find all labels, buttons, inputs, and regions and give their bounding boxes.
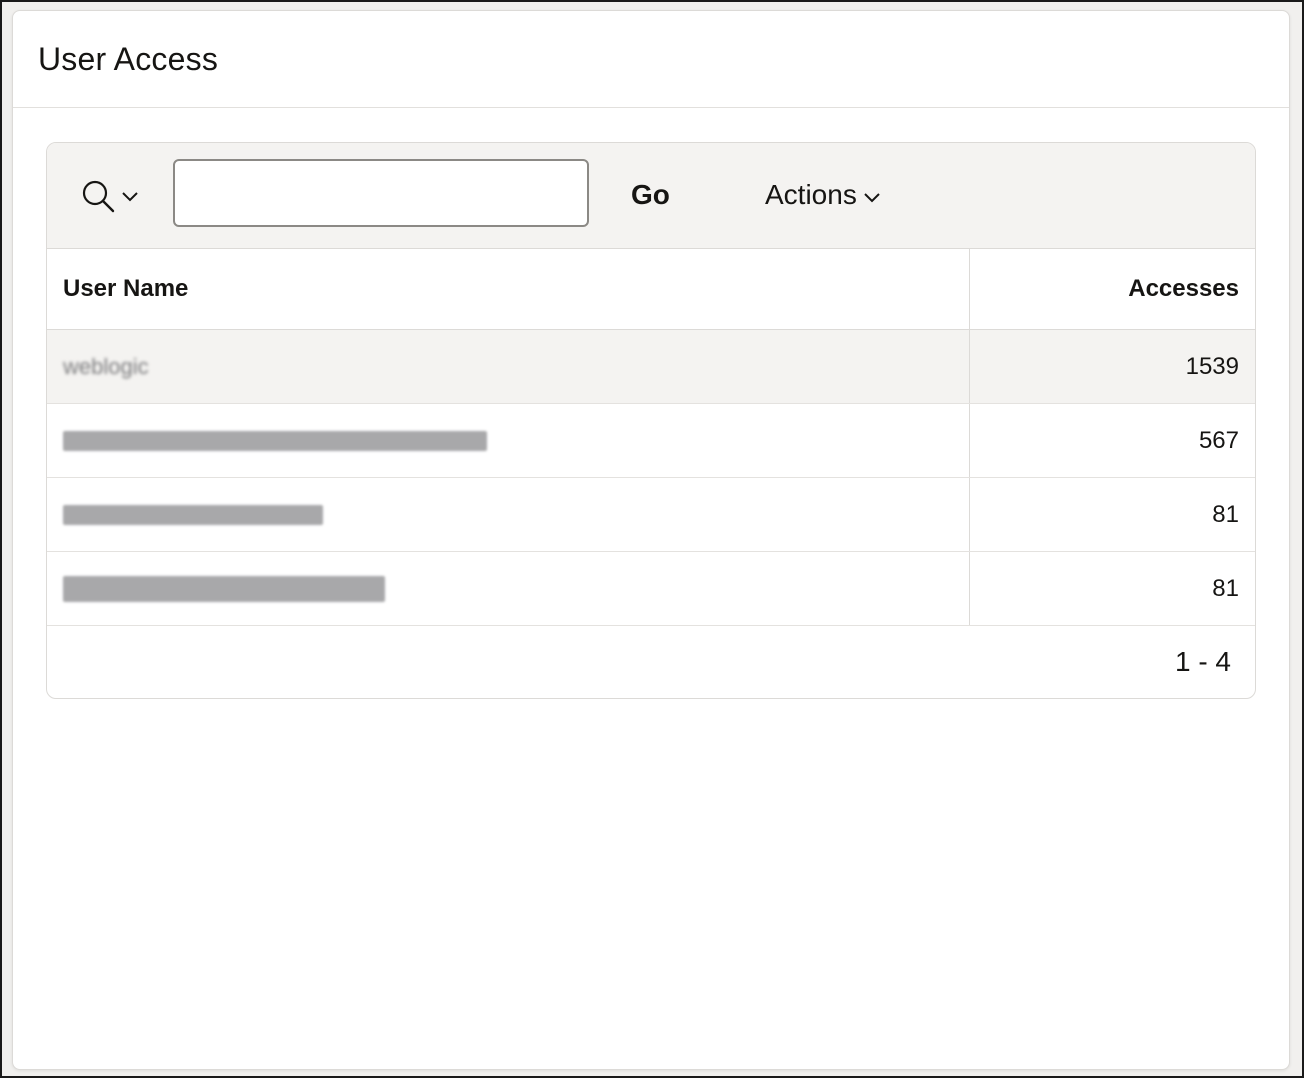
user-name-value: weblogic [63, 353, 149, 379]
table-row: xxxxxxxxxxxxxxxxxxxxxxxx 81 [47, 551, 1255, 626]
region-title: User Access [38, 40, 219, 77]
search-column-menu[interactable] [81, 177, 145, 217]
user-name-cell: xxxxxxxxxxxxxxxxxxx [47, 477, 969, 552]
user-access-region: User Access Go Actions User Name Accesse… [12, 10, 1290, 1070]
user-name-value-redacted: xxxxxxxxxxxxxxxxxxxxxxxxxxxxxxxx [63, 431, 487, 452]
accesses-cell: 1539 [968, 329, 1255, 404]
actions-label: Actions [765, 179, 857, 210]
accesses-cell: 81 [968, 477, 1255, 552]
user-name-value-redacted: xxxxxxxxxxxxxxxxxxx [63, 505, 323, 526]
report-toolbar: Go Actions [47, 143, 1255, 249]
pagination-range: 1 - 4 [1174, 646, 1231, 677]
region-header: User Access [13, 11, 1289, 108]
window-frame: User Access Go Actions User Name Accesse… [0, 0, 1304, 1078]
accesses-cell: 567 [968, 403, 1255, 478]
user-name-cell: weblogic [47, 329, 969, 404]
header-row: User Name Accesses [47, 249, 1255, 330]
search-input[interactable] [173, 159, 589, 227]
report-table: User Name Accesses weblogic 1539 xxxxxxx… [47, 249, 1255, 626]
user-name-cell: xxxxxxxxxxxxxxxxxxxxxxxx [47, 551, 969, 626]
table-row: weblogic 1539 [47, 329, 1255, 404]
column-header-accesses[interactable]: Accesses [968, 249, 1255, 330]
chevron-down-icon [121, 191, 139, 203]
pagination: 1 - 4 [47, 626, 1255, 698]
table-row: xxxxxxxxxxxxxxxxxxx 81 [47, 477, 1255, 552]
search-icon [81, 179, 117, 215]
interactive-report: Go Actions User Name Accesses weblogic 1… [46, 142, 1256, 699]
go-button[interactable]: Go [617, 169, 684, 221]
table-row: xxxxxxxxxxxxxxxxxxxxxxxxxxxxxxxx 567 [47, 403, 1255, 478]
chevron-down-icon [863, 179, 881, 211]
user-name-cell: xxxxxxxxxxxxxxxxxxxxxxxxxxxxxxxx [47, 403, 969, 478]
accesses-cell: 81 [968, 551, 1255, 626]
user-name-value-redacted: xxxxxxxxxxxxxxxxxxxxxxxx [63, 576, 385, 603]
actions-menu-button[interactable]: Actions [753, 169, 893, 221]
column-header-user-name[interactable]: User Name [47, 249, 969, 330]
